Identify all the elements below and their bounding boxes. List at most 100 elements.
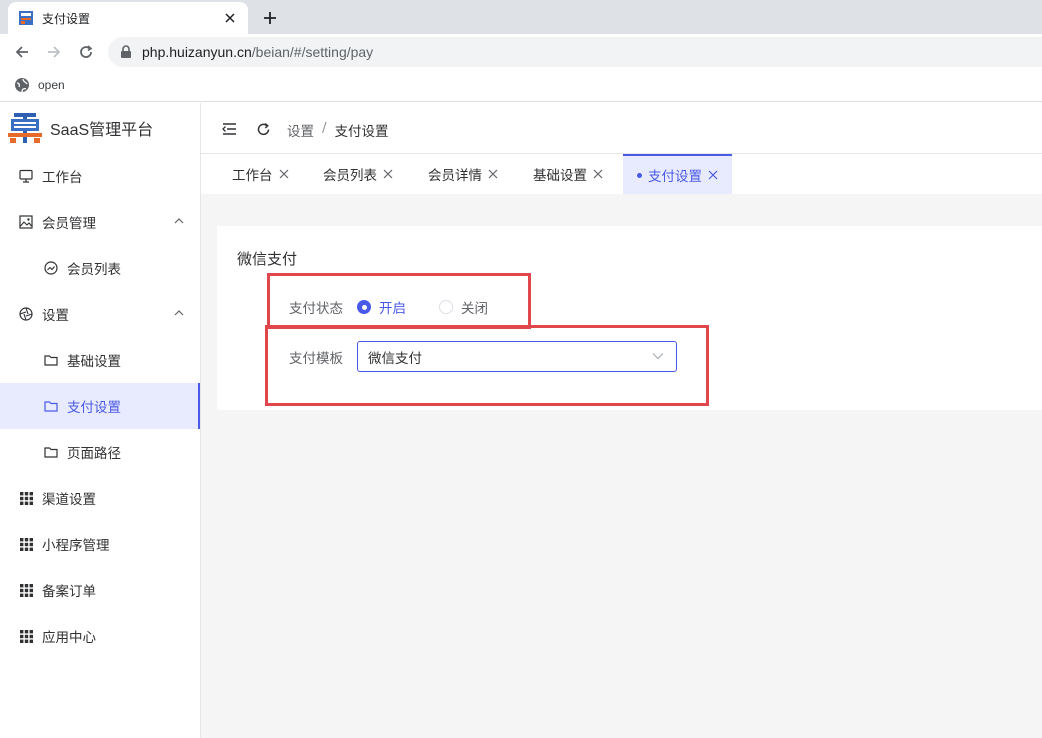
tab-label: 基础设置 bbox=[533, 168, 587, 184]
folder-icon bbox=[43, 398, 59, 414]
close-icon[interactable] bbox=[222, 10, 238, 26]
sidebar-item-channel-settings[interactable]: 渠道设置 bbox=[0, 475, 200, 521]
wechat-pay-card: 微信支付 支付状态 开启 关闭 支付模板 微信支付 bbox=[217, 226, 1042, 410]
breadcrumb-separator: / bbox=[322, 120, 327, 136]
tab-label: 支付设置 bbox=[648, 169, 702, 185]
brand: SaaS管理平台 bbox=[8, 113, 153, 143]
sidebar-item-app-center[interactable]: 应用中心 bbox=[0, 613, 200, 659]
tab-label: 工作台 bbox=[232, 168, 273, 184]
tab-member-list[interactable]: 会员列表 bbox=[323, 154, 393, 194]
bookmark-label: open bbox=[38, 78, 65, 92]
active-dot-icon bbox=[637, 172, 642, 178]
sidebar-item-label: 备案订单 bbox=[42, 584, 96, 600]
plus-icon bbox=[264, 12, 276, 24]
browser-tabstrip: 支付设置 bbox=[0, 0, 1042, 34]
grid-icon bbox=[18, 628, 34, 644]
close-icon[interactable] bbox=[708, 170, 718, 180]
browser-tab-title: 支付设置 bbox=[42, 11, 91, 26]
browser-tab[interactable]: 支付设置 bbox=[8, 2, 248, 34]
refresh-icon bbox=[257, 122, 269, 135]
close-icon[interactable] bbox=[488, 169, 498, 179]
main-content: 微信支付 支付状态 开启 关闭 支付模板 微信支付 bbox=[201, 194, 1042, 738]
sidebar-item-member-list[interactable]: 会员列表 bbox=[0, 245, 200, 291]
refresh-button[interactable] bbox=[253, 119, 273, 139]
tab-dashboard[interactable]: 工作台 bbox=[232, 154, 289, 194]
sidebar-item-label: 基础设置 bbox=[67, 354, 121, 370]
picture-icon bbox=[18, 214, 34, 230]
grid-icon bbox=[18, 490, 34, 506]
reload-button[interactable] bbox=[74, 40, 98, 64]
chevron-up-icon bbox=[174, 218, 184, 224]
breadcrumb: 设置 / 支付设置 bbox=[287, 120, 389, 140]
chevron-down-icon bbox=[652, 353, 664, 360]
radio-unchecked-icon bbox=[439, 300, 453, 314]
grid-icon bbox=[18, 582, 34, 598]
sidebar-item-settings[interactable]: 设置 bbox=[0, 291, 200, 337]
tab-label: 会员列表 bbox=[323, 168, 377, 184]
radio-label: 关闭 bbox=[461, 301, 488, 317]
sidebar-item-label: 设置 bbox=[42, 308, 69, 324]
tab-member-detail[interactable]: 会员详情 bbox=[428, 154, 498, 194]
monitor-icon bbox=[18, 168, 34, 184]
folder-icon bbox=[43, 352, 59, 368]
grid-icon bbox=[18, 536, 34, 552]
close-icon[interactable] bbox=[383, 169, 393, 179]
sidebar-item-member-management[interactable]: 会员管理 bbox=[0, 199, 200, 245]
pay-template-select[interactable]: 微信支付 bbox=[357, 341, 677, 372]
sidebar-item-label: 支付设置 bbox=[67, 400, 121, 416]
tab-label: 会员详情 bbox=[428, 168, 482, 184]
app-header: 设置 / 支付设置 bbox=[201, 103, 1042, 154]
menu-fold-icon bbox=[221, 123, 236, 135]
arrow-left-icon bbox=[15, 46, 28, 58]
sidebar-item-label: 渠道设置 bbox=[42, 492, 96, 508]
sidebar-item-miniprogram-management[interactable]: 小程序管理 bbox=[0, 521, 200, 567]
pay-status-off-radio[interactable]: 关闭 bbox=[439, 297, 488, 317]
bookmarks-bar: open bbox=[0, 70, 1042, 102]
url-path: /beian/#/setting/pay bbox=[251, 44, 374, 60]
sidebar-item-label: 小程序管理 bbox=[42, 538, 110, 554]
sidebar-item-basic-settings[interactable]: 基础设置 bbox=[0, 337, 200, 383]
address-bar[interactable]: php.huizanyun.cn/beian/#/setting/pay bbox=[108, 37, 1042, 67]
browser-toolbar: php.huizanyun.cn/beian/#/setting/pay bbox=[0, 34, 1042, 70]
sidebar-item-label: 工作台 bbox=[42, 170, 83, 186]
pay-status-label: 支付状态 bbox=[289, 301, 343, 317]
card-title: 微信支付 bbox=[237, 250, 298, 268]
sidebar-item-filing-orders[interactable]: 备案订单 bbox=[0, 567, 200, 613]
collapse-menu-button[interactable] bbox=[219, 119, 239, 139]
brand-title: SaaS管理平台 bbox=[50, 122, 154, 139]
sidebar-item-label: 页面路径 bbox=[67, 446, 121, 462]
sidebar-item-dashboard[interactable]: 工作台 bbox=[0, 153, 200, 199]
close-icon[interactable] bbox=[279, 169, 289, 179]
new-tab-button[interactable] bbox=[258, 6, 282, 30]
forward-button[interactable] bbox=[42, 40, 66, 64]
sidebar-item-page-paths[interactable]: 页面路径 bbox=[0, 429, 200, 475]
breadcrumb-item[interactable]: 设置 bbox=[287, 120, 314, 140]
folder-icon bbox=[43, 444, 59, 460]
select-value: 微信支付 bbox=[368, 350, 422, 367]
sidebar-item-label: 会员管理 bbox=[42, 216, 96, 232]
radio-checked-icon bbox=[357, 300, 371, 314]
chart-circle-icon bbox=[43, 260, 59, 276]
reload-icon bbox=[80, 45, 93, 58]
lock-icon bbox=[121, 45, 131, 58]
sidebar-item-label: 会员列表 bbox=[67, 262, 121, 278]
back-button[interactable] bbox=[10, 40, 34, 64]
radio-label: 开启 bbox=[379, 301, 406, 317]
tags-bar: 工作台 会员列表 会员详情 基础设置 支付设置 bbox=[201, 154, 1042, 194]
arrow-right-icon bbox=[48, 46, 61, 58]
url-host: php.huizanyun.cn bbox=[142, 44, 252, 60]
brand-logo-icon bbox=[8, 113, 42, 143]
breadcrumb-current: 支付设置 bbox=[334, 124, 389, 140]
tab-basic-settings[interactable]: 基础设置 bbox=[533, 154, 603, 194]
aperture-icon bbox=[18, 306, 34, 322]
close-icon[interactable] bbox=[593, 169, 603, 179]
pay-template-label: 支付模板 bbox=[289, 351, 343, 367]
chevron-up-icon bbox=[174, 310, 184, 316]
address-url: php.huizanyun.cn/beian/#/setting/pay bbox=[142, 44, 373, 60]
sidebar: SaaS管理平台 工作台 会员管理 会员列表 设置 基础设置 支付设置 页面路径… bbox=[0, 103, 201, 738]
app-logo-icon bbox=[19, 11, 33, 25]
pay-status-on-radio[interactable]: 开启 bbox=[357, 297, 406, 317]
bookmark-open[interactable]: open bbox=[14, 77, 65, 93]
tab-payment-settings[interactable]: 支付设置 bbox=[623, 154, 732, 194]
sidebar-item-payment-settings[interactable]: 支付设置 bbox=[0, 383, 200, 429]
